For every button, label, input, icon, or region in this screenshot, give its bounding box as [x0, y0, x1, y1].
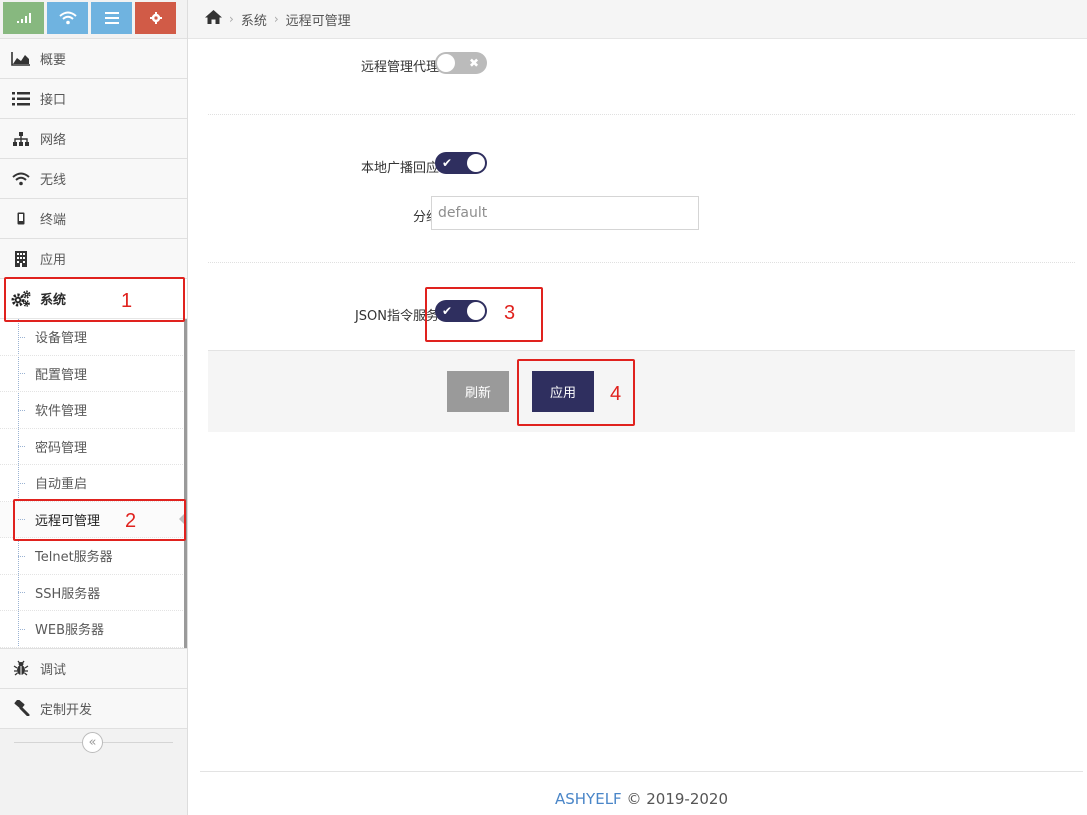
sitemap-icon: [10, 130, 32, 148]
nav-label: 定制开发: [40, 702, 93, 718]
json-service-label: JSON指令服务: [354, 309, 439, 324]
breadcrumb: › 系统 › 远程可管理: [188, 0, 1087, 39]
json-service-toggle[interactable]: ✔: [435, 300, 487, 322]
wifi-shortcut-button[interactable]: [47, 2, 88, 34]
refresh-button[interactable]: 刷新: [447, 371, 509, 412]
gavel-icon: [10, 699, 32, 717]
check-icon: ✔: [442, 156, 453, 170]
signal-shortcut-button[interactable]: [3, 2, 44, 34]
annotation-number: 4: [610, 383, 622, 405]
gear-icon: [149, 12, 162, 24]
system-submenu: 设备管理 配置管理 软件管理 密码管理 自动重启 远程可管理 Telnet服务器…: [0, 318, 187, 648]
building-icon: [10, 250, 32, 268]
sidebar-collapse-row: «: [0, 727, 187, 756]
nav-label: 接口: [40, 93, 67, 108]
nav-item-network[interactable]: 网络: [0, 118, 187, 158]
nav-item-custom-dev[interactable]: 定制开发: [0, 687, 187, 728]
nav-item-overview[interactable]: 概要: [0, 38, 187, 78]
nav-item-application[interactable]: 应用: [0, 238, 187, 278]
submenu-item[interactable]: SSH服务器: [0, 575, 187, 611]
submenu-item[interactable]: 配置管理: [0, 356, 187, 392]
check-icon: ✔: [442, 304, 453, 318]
divider: [208, 262, 1075, 263]
footer-brand[interactable]: ASHYELF: [555, 790, 622, 808]
shortcut-bar: [0, 0, 187, 38]
nav-item-terminal[interactable]: 终端: [0, 198, 187, 238]
group-input[interactable]: [431, 196, 699, 230]
remote-proxy-toggle[interactable]: ✖: [435, 52, 487, 74]
nav-label: 网络: [40, 133, 67, 148]
wifi-icon: [10, 170, 32, 188]
submenu-item[interactable]: 软件管理: [0, 392, 187, 429]
list-icon: [104, 12, 119, 24]
close-icon: ✖: [468, 56, 479, 70]
main-content: › 系统 › 远程可管理 远程管理代理 ✖ 本地广播回应 ✔ 分组 JSON指令…: [188, 0, 1087, 815]
toggle-knob: [437, 54, 455, 72]
submenu-item[interactable]: WEB服务器: [0, 611, 187, 648]
nav-item-debug[interactable]: 调试: [0, 647, 187, 688]
nav-label: 应用: [40, 253, 67, 268]
remote-proxy-label: 远程管理代理: [360, 60, 439, 75]
list-icon: [10, 90, 32, 108]
submenu-item[interactable]: 自动重启: [0, 465, 187, 502]
form-actions: 刷新 应用: [208, 350, 1075, 432]
nav-item-system[interactable]: 系统: [0, 278, 187, 318]
nav-label: 概要: [40, 53, 67, 68]
breadcrumb-separator: ›: [273, 12, 279, 26]
local-broadcast-label: 本地广播回应: [360, 161, 439, 176]
mobile-icon: [10, 210, 32, 228]
list-shortcut-button[interactable]: [91, 2, 132, 34]
local-broadcast-toggle[interactable]: ✔: [435, 152, 487, 174]
sidebar-collapse-button[interactable]: «: [82, 731, 103, 753]
footer-copyright: © 2019-2020: [626, 790, 728, 808]
apply-button[interactable]: 应用: [532, 371, 594, 412]
sidebar: 概要 接口 网络 无线 终端 应用 系统 设备管理 配置管理 软件管理 密码管理…: [0, 0, 188, 815]
nav-label: 调试: [40, 662, 67, 678]
home-icon[interactable]: [205, 10, 222, 28]
nav-label: 无线: [40, 173, 67, 188]
breadcrumb-separator: ›: [229, 12, 234, 26]
toggle-knob: [467, 154, 485, 172]
submenu-item[interactable]: Telnet服务器: [0, 538, 187, 575]
double-chevron-left-icon: «: [88, 734, 97, 750]
footer: ASHYELF © 2019-2020: [200, 771, 1083, 808]
cogs-icon: [10, 290, 32, 308]
annotation-number: 1: [121, 290, 133, 312]
breadcrumb-system[interactable]: 系统: [241, 10, 267, 29]
breadcrumb-current: 远程可管理: [285, 13, 351, 29]
submenu-item[interactable]: 设备管理: [0, 319, 187, 356]
footer-text: ASHYELF © 2019-2020: [200, 790, 1083, 808]
toggle-knob: [467, 302, 485, 320]
nav-label: 系统: [40, 293, 67, 308]
nav-item-interface[interactable]: 接口: [0, 78, 187, 118]
settings-shortcut-button[interactable]: [135, 2, 176, 34]
signal-icon: [16, 13, 31, 23]
bug-icon: [10, 659, 32, 677]
divider: [208, 114, 1075, 115]
annotation-number: 3: [504, 302, 516, 324]
wifi-icon: [58, 11, 77, 25]
nav-item-wireless[interactable]: 无线: [0, 158, 187, 198]
nav-label: 终端: [40, 213, 67, 228]
area-chart-icon: [10, 50, 32, 68]
submenu-item-active[interactable]: 远程可管理: [0, 501, 187, 538]
submenu-item[interactable]: 密码管理: [0, 429, 187, 465]
annotation-number: 2: [125, 510, 137, 532]
